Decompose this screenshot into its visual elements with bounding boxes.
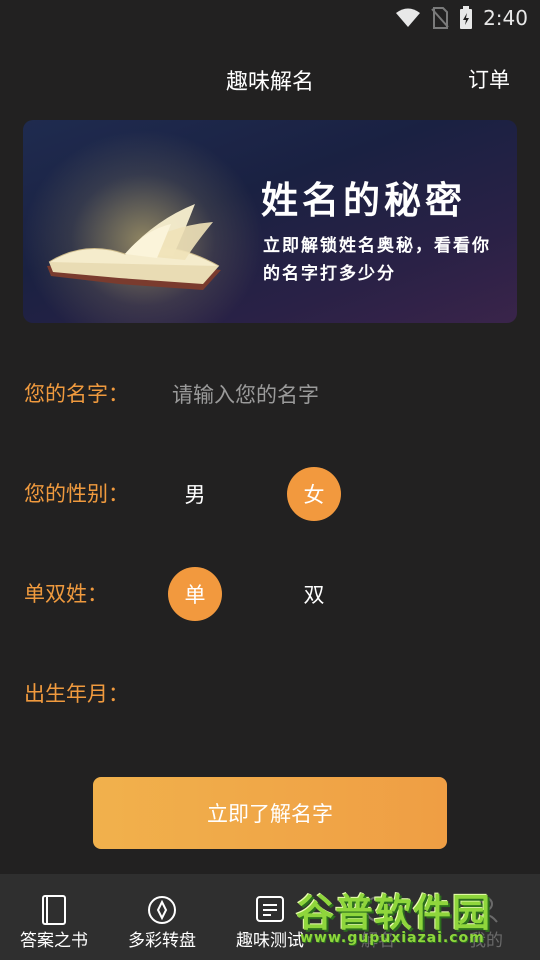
compass-icon — [148, 896, 176, 924]
tab-fun-test[interactable]: 趣味测试 — [216, 874, 324, 960]
tab-label: 趣味测试 — [236, 931, 304, 951]
tab-profile[interactable]: 我的 — [432, 874, 540, 960]
gender-row: 您的性别： 男 女 — [0, 464, 540, 524]
tab-label: 我的 — [469, 931, 503, 951]
surname-option-single[interactable]: 单 — [168, 567, 222, 621]
bottom-tab-bar: 答案之书 多彩转盘 趣味测试 解名 我的 — [0, 874, 540, 960]
name-icon — [365, 896, 391, 922]
tab-color-wheel[interactable]: 多彩转盘 — [108, 874, 216, 960]
tab-label: 答案之书 — [20, 931, 88, 951]
status-bar: 2:40 — [0, 0, 540, 36]
list-icon — [256, 896, 284, 922]
tab-label: 多彩转盘 — [128, 931, 196, 951]
tab-answer-book[interactable]: 答案之书 — [0, 874, 108, 960]
submit-button[interactable]: 立即了解名字 — [93, 777, 447, 849]
surname-option-double[interactable]: 双 — [287, 567, 341, 621]
open-book-illustration — [47, 204, 221, 290]
wifi-icon — [396, 8, 421, 27]
no-sim-icon — [431, 7, 449, 29]
birth-date-label: 出生年月： — [24, 682, 129, 706]
banner-subtitle: 立即解锁姓名奥秘，看看你的名字打多少分 — [263, 236, 491, 284]
battery-icon — [460, 6, 473, 29]
tab-label: 解名 — [361, 931, 395, 951]
gender-option-female[interactable]: 女 — [287, 467, 341, 521]
orders-button[interactable]: 订单 — [468, 64, 510, 94]
banner: 姓名的秘密 立即解锁姓名奥秘，看看你的名字打多少分 — [23, 120, 517, 323]
surname-type-row: 单双姓： 单 双 — [0, 564, 540, 624]
status-time: 2:40 — [483, 6, 528, 30]
surname-type-label: 单双姓： — [24, 582, 108, 606]
name-row: 您的名字： — [0, 364, 540, 424]
profile-icon — [474, 897, 498, 923]
name-label: 您的名字： — [24, 382, 129, 406]
gender-label: 您的性别： — [24, 482, 129, 506]
gender-option-male[interactable]: 男 — [168, 467, 222, 521]
status-icons: 2:40 — [395, 6, 528, 30]
app-header: 趣味解名 订单 — [0, 50, 540, 108]
tab-name-analysis[interactable]: 解名 — [324, 874, 432, 960]
birth-date-row[interactable]: 出生年月： — [0, 664, 540, 724]
name-input[interactable] — [170, 374, 504, 416]
book-icon — [42, 895, 66, 925]
page-title: 趣味解名 — [225, 70, 314, 95]
banner-title: 姓名的秘密 — [261, 178, 466, 222]
